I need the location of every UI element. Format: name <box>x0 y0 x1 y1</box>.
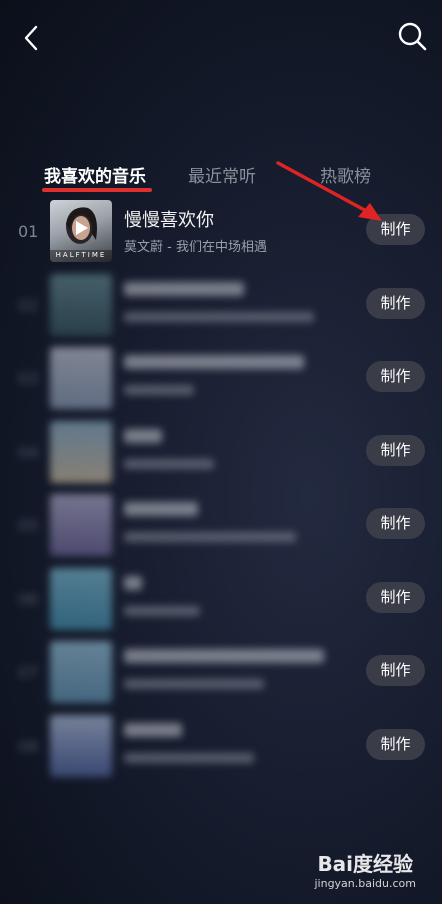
blurred-subtitle-placeholder <box>124 532 296 542</box>
active-tab-indicator <box>42 188 152 192</box>
search-icon[interactable] <box>394 18 430 54</box>
song-row[interactable]: 05 制作 <box>0 490 442 564</box>
make-button[interactable]: 制作 <box>366 655 425 686</box>
watermark-url: jingyan.baidu.com <box>314 877 416 890</box>
album-cover: HALFTIME <box>50 200 112 262</box>
album-cover-text: HALFTIME <box>55 251 107 259</box>
make-button[interactable]: 制作 <box>366 728 425 760</box>
top-bar <box>0 0 442 80</box>
blurred-subtitle-placeholder <box>124 385 194 395</box>
baidu-jingyan-watermark: Bai度经验 jingyan.baidu.com <box>314 848 416 890</box>
song-row[interactable]: 07 制作 <box>0 637 442 711</box>
blurred-title-placeholder <box>124 281 244 296</box>
song-title: 慢慢喜欢你 <box>124 210 214 231</box>
song-number: 01 <box>18 222 39 241</box>
song-artist-album: 莫文蔚 - 我们在中场相遇 <box>124 240 267 255</box>
back-arrow-icon[interactable] <box>16 20 52 56</box>
blurred-title-placeholder <box>124 722 182 737</box>
song-list: 01 HALFTIME 慢慢喜欢你 莫文蔚 - 我们在中场相遇 制作 02 制作 <box>0 196 442 784</box>
blurred-subtitle-placeholder <box>124 458 214 469</box>
blurred-title-placeholder <box>124 502 198 516</box>
blurred-title-placeholder <box>124 428 162 443</box>
song-number: 04 <box>18 442 39 462</box>
blurred-title-placeholder <box>124 355 304 369</box>
make-button[interactable]: 制作 <box>366 581 425 613</box>
make-button[interactable]: 制作 <box>366 361 425 392</box>
make-button[interactable]: 制作 <box>366 434 425 466</box>
song-number: 07 <box>18 663 39 682</box>
watermark-logo-text: Bai度经验 <box>317 852 414 876</box>
album-cover <box>50 420 112 483</box>
song-row[interactable]: 06 制作 <box>0 564 442 638</box>
song-row[interactable]: 08 制作 <box>0 711 442 785</box>
blurred-title-placeholder <box>124 649 324 663</box>
make-button[interactable]: 制作 <box>366 508 425 539</box>
album-cover <box>50 347 112 409</box>
play-icon[interactable] <box>71 218 91 238</box>
tab-favorite-music[interactable]: 我喜欢的音乐 <box>44 162 146 187</box>
make-button[interactable]: 制作 <box>366 287 425 319</box>
song-number: 06 <box>18 589 39 609</box>
blurred-subtitle-placeholder <box>124 311 314 322</box>
album-cover <box>50 273 112 336</box>
album-cover <box>50 494 112 556</box>
annotation-arrow-icon <box>276 161 382 221</box>
song-number: 03 <box>18 369 39 388</box>
blurred-subtitle-placeholder <box>124 679 264 689</box>
album-cover <box>50 641 112 703</box>
album-cover <box>50 567 112 630</box>
song-number: 02 <box>18 295 39 315</box>
album-cover <box>50 714 112 777</box>
song-row[interactable]: 02 制作 <box>0 270 442 344</box>
song-row[interactable]: 04 制作 <box>0 417 442 491</box>
tab-recent[interactable]: 最近常听 <box>188 162 256 187</box>
blurred-subtitle-placeholder <box>124 752 254 763</box>
song-number: 08 <box>18 736 39 756</box>
blurred-title-placeholder <box>124 575 142 590</box>
song-number: 05 <box>18 516 39 535</box>
blurred-subtitle-placeholder <box>124 605 200 616</box>
song-row[interactable]: 03 制作 <box>0 343 442 417</box>
